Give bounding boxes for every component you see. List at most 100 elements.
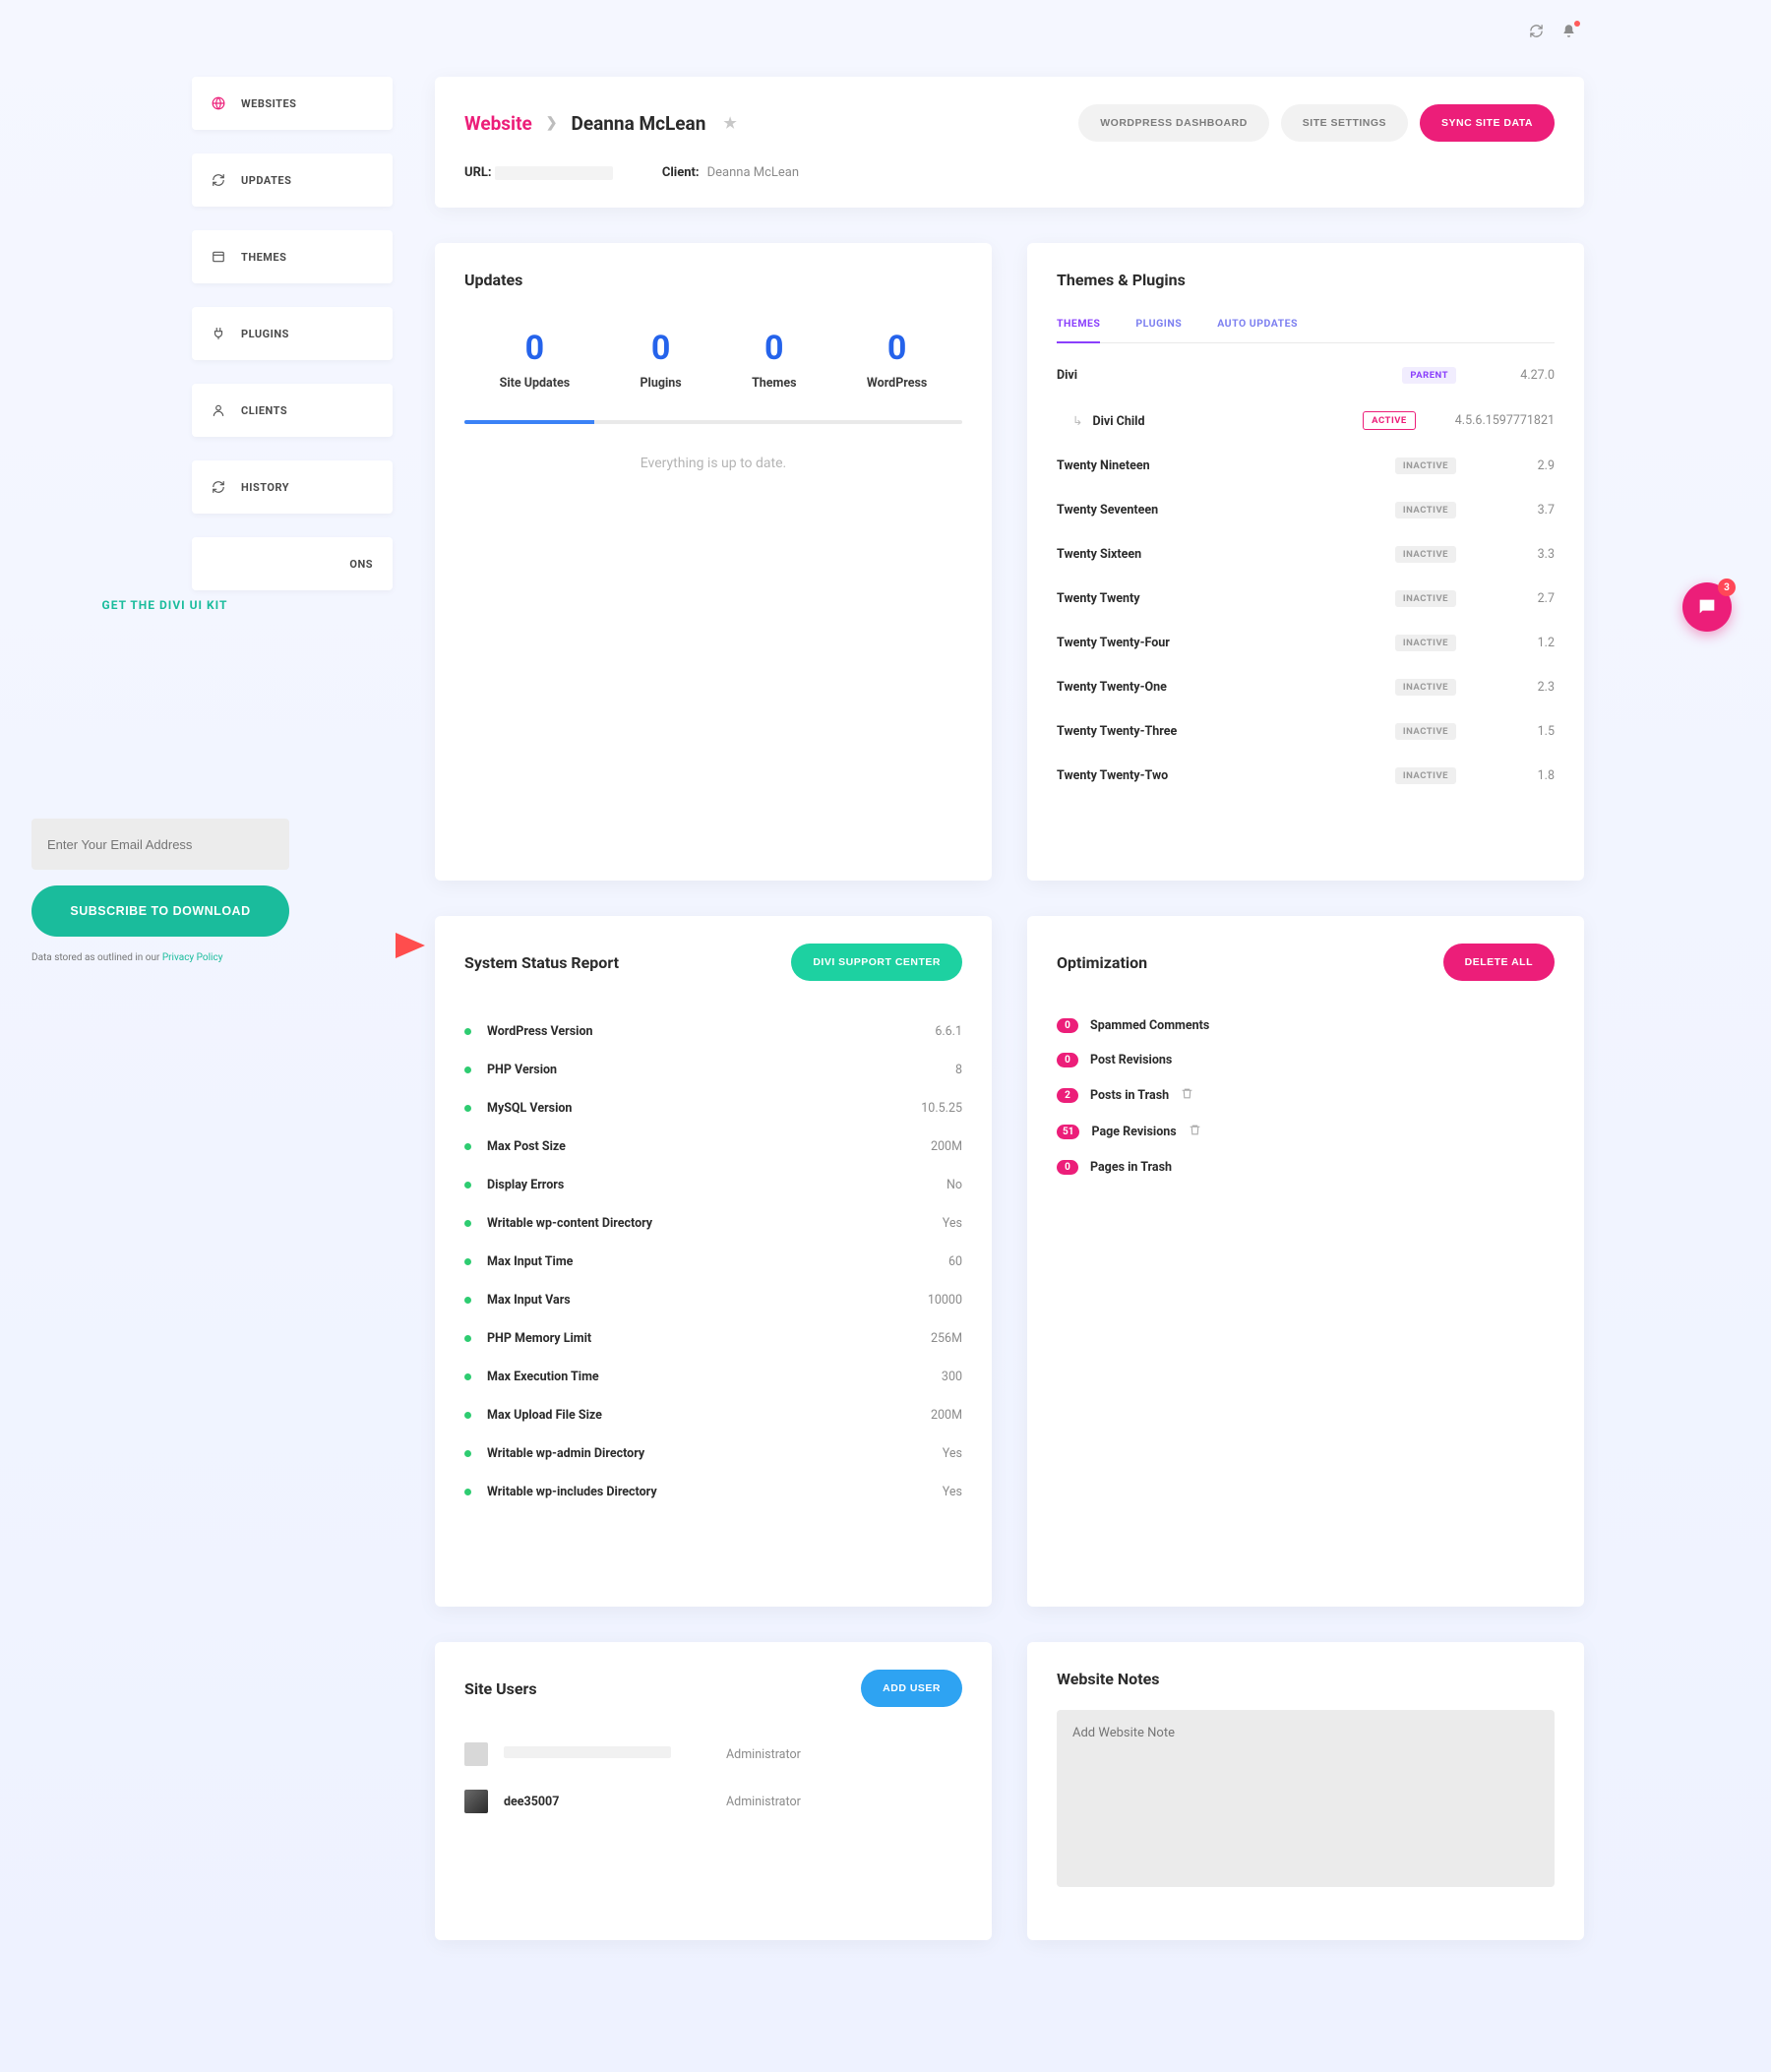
promo-subscribe-button[interactable]: SUBSCRIBE TO DOWNLOAD	[31, 885, 289, 937]
status-value: 60	[948, 1254, 962, 1269]
privacy-link[interactable]: Privacy Policy	[162, 952, 223, 963]
stat-number: 0	[752, 329, 797, 368]
status-name: Max Post Size	[487, 1139, 931, 1154]
sidebar-item-plugins[interactable]: PLUGINS	[192, 307, 393, 360]
status-value: Yes	[943, 1446, 962, 1461]
system-status-row: PHP Version 8	[464, 1051, 962, 1089]
tab-auto-updates[interactable]: AUTO UPDATES	[1217, 317, 1298, 342]
sidebar-item-label: HISTORY	[241, 481, 289, 494]
trash-icon[interactable]	[1189, 1124, 1201, 1140]
delete-all-button[interactable]: DELETE ALL	[1443, 944, 1555, 981]
notes-title: Website Notes	[1057, 1670, 1555, 1688]
theme-row[interactable]: Twenty Twenty-Three INACTIVE 1.5	[1057, 709, 1555, 754]
bell-icon[interactable]	[1561, 24, 1576, 42]
opt-label: Post Revisions	[1090, 1053, 1172, 1067]
opt-count-badge: 2	[1057, 1088, 1078, 1103]
refresh-icon[interactable]	[1529, 24, 1544, 42]
promo-email-input[interactable]	[31, 819, 289, 870]
theme-name: Divi Child	[1057, 413, 1363, 429]
stat-label: Themes	[752, 376, 797, 391]
opt-count-badge: 0	[1057, 1053, 1078, 1067]
opt-count-badge: 0	[1057, 1018, 1078, 1033]
chat-bubble[interactable]: 3	[1682, 582, 1732, 632]
theme-row[interactable]: Twenty Twenty INACTIVE 2.7	[1057, 577, 1555, 621]
sync-site-button[interactable]: SYNC SITE DATA	[1420, 104, 1555, 142]
wp-dashboard-button[interactable]: WORDPRESS DASHBOARD	[1078, 104, 1269, 142]
status-dot-icon	[464, 1066, 471, 1073]
notes-input[interactable]	[1057, 1710, 1555, 1887]
opt-count-badge: 51	[1057, 1125, 1079, 1139]
theme-row[interactable]: Divi PARENT 4.27.0	[1057, 353, 1555, 397]
theme-status-badge: INACTIVE	[1395, 723, 1456, 740]
system-status-row: MySQL Version 10.5.25	[464, 1089, 962, 1127]
theme-version: 4.27.0	[1496, 368, 1555, 383]
users-title: Site Users	[464, 1679, 537, 1698]
breadcrumb-root[interactable]: Website	[464, 112, 532, 135]
sidebar-item-websites[interactable]: WEBSITES	[192, 77, 393, 130]
theme-row[interactable]: Twenty Seventeen INACTIVE 3.7	[1057, 488, 1555, 532]
theme-name: Twenty Twenty-One	[1057, 680, 1395, 695]
status-name: MySQL Version	[487, 1101, 921, 1116]
status-name: Writable wp-admin Directory	[487, 1446, 943, 1461]
system-status-row: Display Errors No	[464, 1166, 962, 1204]
system-title: System Status Report	[464, 953, 619, 972]
system-status-row: WordPress Version 6.6.1	[464, 1012, 962, 1051]
website-notes-card: Website Notes	[1027, 1642, 1584, 1940]
user-role: Administrator	[726, 1795, 801, 1809]
update-stat: 0 WordPress	[867, 329, 927, 391]
stat-label: Site Updates	[500, 376, 571, 391]
user-role: Administrator	[726, 1747, 801, 1762]
stat-number: 0	[867, 329, 927, 368]
theme-row[interactable]: Divi Child ACTIVE 4.5.6.1597771821	[1057, 397, 1555, 444]
system-status-row: Max Post Size 200M	[464, 1127, 962, 1166]
theme-status-badge: INACTIVE	[1395, 546, 1456, 563]
status-name: Writable wp-content Directory	[487, 1216, 943, 1231]
theme-row[interactable]: Twenty Nineteen INACTIVE 2.9	[1057, 444, 1555, 488]
theme-row[interactable]: Twenty Twenty-Two INACTIVE 1.8	[1057, 754, 1555, 798]
trash-icon[interactable]	[1181, 1087, 1193, 1104]
update-stat: 0 Themes	[752, 329, 797, 391]
sidebar-item-label: THEMES	[241, 251, 286, 264]
theme-version: 1.2	[1496, 636, 1555, 650]
user-name: dee35007	[504, 1795, 710, 1809]
status-name: PHP Memory Limit	[487, 1331, 931, 1346]
sidebar-item-updates[interactable]: UPDATES	[192, 153, 393, 207]
add-user-button[interactable]: ADD USER	[861, 1670, 962, 1707]
update-stat: 0 Site Updates	[500, 329, 571, 391]
site-users-card: Site Users ADD USER Administrator dee350…	[435, 1642, 992, 1940]
user-row[interactable]: dee35007 Administrator	[464, 1778, 962, 1825]
window-icon	[212, 250, 225, 264]
status-value: Yes	[943, 1216, 962, 1231]
star-icon[interactable]: ★	[723, 114, 736, 132]
status-value: No	[947, 1178, 962, 1192]
tab-plugins[interactable]: PLUGINS	[1135, 317, 1182, 342]
globe-icon	[212, 96, 225, 110]
theme-version: 2.9	[1496, 458, 1555, 473]
theme-row[interactable]: Twenty Sixteen INACTIVE 3.3	[1057, 532, 1555, 577]
client-value: Deanna McLean	[707, 165, 799, 180]
theme-status-badge: INACTIVE	[1395, 502, 1456, 518]
breadcrumb-name: Deanna McLean	[572, 112, 706, 135]
sidebar-item-label: ONS	[349, 558, 373, 571]
theme-name: Twenty Twenty-Two	[1057, 768, 1395, 783]
stat-label: WordPress	[867, 376, 927, 391]
theme-version: 2.3	[1496, 680, 1555, 695]
theme-row[interactable]: Twenty Twenty-Four INACTIVE 1.2	[1057, 621, 1555, 665]
divi-support-button[interactable]: DIVI SUPPORT CENTER	[791, 944, 962, 981]
sidebar-item-themes[interactable]: THEMES	[192, 230, 393, 283]
theme-name: Twenty Twenty-Four	[1057, 636, 1395, 650]
theme-row[interactable]: Twenty Twenty-One INACTIVE 2.3	[1057, 665, 1555, 709]
tab-themes[interactable]: THEMES	[1057, 317, 1100, 343]
user-row[interactable]: Administrator	[464, 1731, 962, 1778]
status-name: Max Upload File Size	[487, 1408, 931, 1423]
sidebar-item-label: CLIENTS	[241, 404, 287, 417]
status-dot-icon	[464, 1105, 471, 1112]
progress-bar	[464, 420, 962, 424]
opt-label: Posts in Trash	[1090, 1088, 1169, 1103]
sidebar-item-history[interactable]: HISTORY	[192, 460, 393, 514]
website-header: Website ❯ Deanna McLean ★ WORDPRESS DASH…	[435, 77, 1584, 208]
theme-version: 1.8	[1496, 768, 1555, 783]
site-settings-button[interactable]: SITE SETTINGS	[1281, 104, 1408, 142]
sidebar-item-clients[interactable]: CLIENTS	[192, 384, 393, 437]
stat-number: 0	[500, 329, 571, 368]
